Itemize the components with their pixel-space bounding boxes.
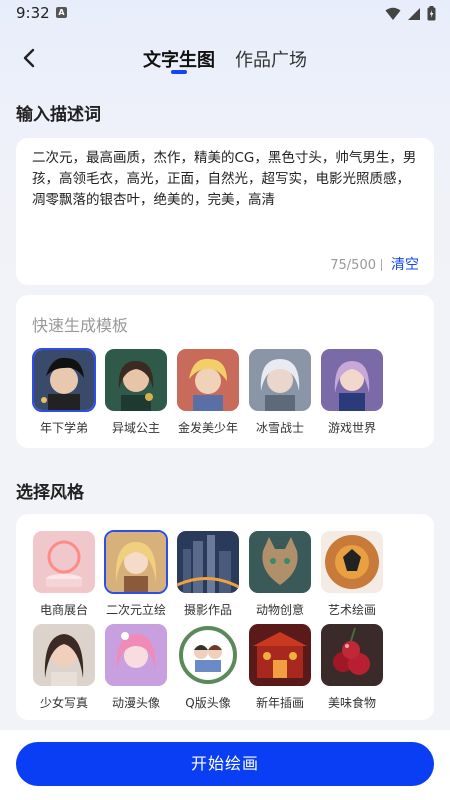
tab-indicator xyxy=(171,70,187,74)
style-label: 二次元立绘 xyxy=(105,603,166,617)
battery-icon xyxy=(427,6,436,21)
start-drawing-button[interactable]: 开始绘画 xyxy=(16,742,434,786)
quick-template-card: 快速生成模板 年下学弟 异域公主 金发美少年 冰雪战士 游戏世界 xyxy=(16,295,434,448)
style-thumb xyxy=(248,623,312,687)
template-thumb xyxy=(104,348,168,412)
style-label: 动漫头像 xyxy=(111,696,160,710)
style-item-9[interactable]: 美味食物 xyxy=(320,623,384,711)
template-thumb xyxy=(248,348,312,412)
template-thumb xyxy=(176,348,240,412)
template-item-4[interactable]: 游戏世界 xyxy=(320,348,384,436)
counter-divider xyxy=(381,259,382,271)
signal-icon xyxy=(408,7,420,20)
bottom-bar: 开始绘画 xyxy=(0,730,450,800)
style-card: 电商展台 二次元立绘 摄影作品 动物创意 艺术绘画 少女写真 动漫头像 Q版头像… xyxy=(16,514,434,720)
style-item-0[interactable]: 电商展台 xyxy=(32,530,96,618)
quick-template-title: 快速生成模板 xyxy=(32,316,129,335)
style-item-3[interactable]: 动物创意 xyxy=(248,530,312,618)
style-label: 美味食物 xyxy=(327,696,376,710)
template-label: 异域公主 xyxy=(111,421,160,435)
style-thumb xyxy=(104,623,168,687)
template-label: 冰雪战士 xyxy=(255,421,304,435)
style-item-2[interactable]: 摄影作品 xyxy=(176,530,240,618)
style-label: 动物创意 xyxy=(255,603,304,617)
style-item-5[interactable]: 少女写真 xyxy=(32,623,96,711)
template-label: 金发美少年 xyxy=(177,421,238,435)
style-label: 电商展台 xyxy=(39,603,88,617)
top-nav: 文字生图 作品广场 xyxy=(0,40,450,80)
style-section-title: 选择风格 xyxy=(16,483,84,503)
status-time: 9:32 xyxy=(16,4,50,22)
style-item-6[interactable]: 动漫头像 xyxy=(104,623,168,711)
template-item-0[interactable]: 年下学弟 xyxy=(32,348,96,436)
style-item-7[interactable]: Q版头像 xyxy=(176,623,240,711)
template-item-2[interactable]: 金发美少年 xyxy=(176,348,240,436)
template-label: 年下学弟 xyxy=(39,421,88,435)
style-item-4[interactable]: 艺术绘画 xyxy=(320,530,384,618)
template-label: 游戏世界 xyxy=(327,421,376,435)
template-thumb xyxy=(320,348,384,412)
style-thumb xyxy=(104,530,168,594)
prompt-card: 二次元，最高画质，杰作，精美的CG，黑色寸头，帅气男生，男孩，高领毛衣，高光，正… xyxy=(16,138,434,285)
template-item-3[interactable]: 冰雪战士 xyxy=(248,348,312,436)
back-arrow-icon[interactable] xyxy=(16,44,44,72)
style-label: 少女写真 xyxy=(39,696,88,710)
template-thumb xyxy=(32,348,96,412)
notification-icon: A xyxy=(56,7,67,18)
style-thumb xyxy=(176,623,240,687)
style-label: Q版头像 xyxy=(185,696,231,710)
style-label: 摄影作品 xyxy=(183,603,232,617)
style-thumb xyxy=(320,623,384,687)
style-thumb xyxy=(248,530,312,594)
style-label: 艺术绘画 xyxy=(327,603,376,617)
tab-works-square[interactable]: 作品广场 xyxy=(235,46,307,72)
wifi-icon xyxy=(385,7,401,20)
tab-text-to-image[interactable]: 文字生图 xyxy=(143,46,215,72)
style-thumb xyxy=(320,530,384,594)
template-item-1[interactable]: 异域公主 xyxy=(104,348,168,436)
status-bar: 9:32 A xyxy=(0,0,450,28)
style-thumb xyxy=(32,623,96,687)
style-item-1[interactable]: 二次元立绘 xyxy=(104,530,168,618)
prompt-textarea[interactable]: 二次元，最高画质，杰作，精美的CG，黑色寸头，帅气男生，男孩，高领毛衣，高光，正… xyxy=(32,148,420,211)
status-icons xyxy=(385,6,436,21)
style-thumb xyxy=(32,530,96,594)
style-thumb xyxy=(176,530,240,594)
style-label: 新年插画 xyxy=(255,696,304,710)
char-counter: 75/500 xyxy=(330,258,376,273)
style-item-8[interactable]: 新年插画 xyxy=(248,623,312,711)
prompt-section-title: 输入描述词 xyxy=(16,105,101,125)
clear-button[interactable]: 清空 xyxy=(391,254,419,274)
